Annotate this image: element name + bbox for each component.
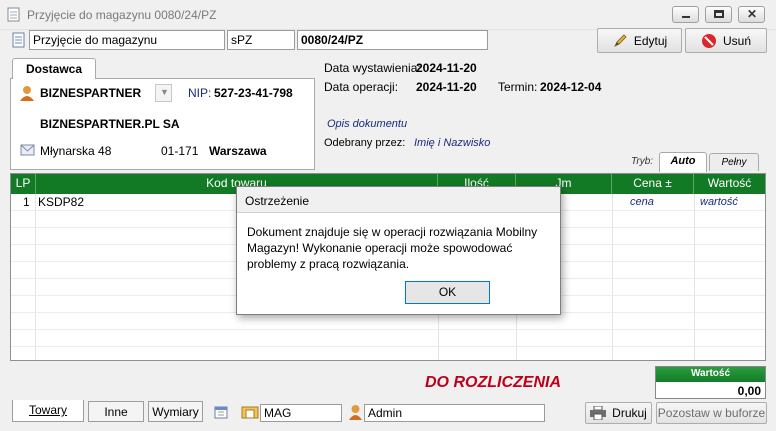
calendar-icon[interactable]: [214, 405, 228, 419]
user-field[interactable]: Admin: [364, 404, 545, 422]
operation-date-label: Data operacji:: [324, 80, 399, 94]
cell-value: wartość: [700, 196, 738, 208]
person-icon: [20, 86, 34, 101]
window-title: Przyjęcie do magazynu 0080/24/PZ: [27, 8, 217, 22]
term-value[interactable]: 2024-12-04: [540, 80, 601, 94]
edit-label: Edytuj: [633, 33, 668, 48]
total-value: 0,00: [737, 384, 761, 398]
term-label: Termin:: [498, 80, 538, 94]
dialog-title: Ostrzeżenie: [245, 194, 310, 208]
grid-divider: [694, 194, 695, 360]
series-field[interactable]: sPZ: [227, 30, 295, 50]
column-header-value[interactable]: Wartość: [694, 174, 765, 194]
chevron-down-icon: ▼: [160, 87, 169, 97]
issue-date-label: Data wystawienia:: [324, 61, 421, 75]
tab-goods[interactable]: Towary: [12, 400, 84, 422]
grid-divider: [11, 329, 765, 330]
envelope-icon: [20, 144, 35, 156]
grid-divider: [612, 194, 613, 360]
edit-button[interactable]: Edytuj: [597, 28, 682, 53]
contractor-city: Warszawa: [209, 144, 267, 158]
warehouse-icon: [241, 406, 259, 419]
grid-divider: [35, 194, 36, 360]
total-label: Wartość: [656, 367, 765, 382]
no-entry-icon: [701, 33, 716, 48]
dialog-body: Dokument znajduje się w operacji rozwiąz…: [237, 213, 560, 314]
operation-date-value[interactable]: 2024-11-20: [416, 80, 477, 94]
contractor-panel: BIZNESPARTNER ▼ NIP: 527-23-41-798 BIZNE…: [10, 78, 315, 170]
contractor-name: BIZNESPARTNER.PL SA: [40, 117, 180, 131]
dialog-title-bar[interactable]: Ostrzeżenie: [237, 187, 560, 213]
mode-label: Tryb:: [631, 156, 654, 167]
received-by-field[interactable]: Imię i Nazwisko: [414, 137, 490, 149]
tab-full[interactable]: Pełny: [709, 153, 759, 171]
document-type-icon: [12, 32, 25, 48]
tab-other-label: Inne: [104, 405, 128, 419]
tab-dimensions-label: Wymiary: [152, 405, 199, 419]
close-window-button[interactable]: ✕: [738, 6, 765, 23]
cell-code: KSDP82: [38, 195, 85, 209]
contractor-code: BIZNESPARTNER: [40, 86, 142, 100]
pencil-icon: [613, 33, 627, 47]
minimize-icon: [682, 16, 690, 18]
grid-divider: [11, 346, 765, 347]
contractor-dropdown-button[interactable]: ▼: [155, 84, 172, 102]
leave-in-buffer-label: Pozostaw w buforze: [657, 406, 766, 420]
maximize-button[interactable]: [705, 6, 732, 23]
status-text: DO ROZLICZENIA: [425, 374, 561, 391]
delete-button[interactable]: Usuń: [685, 28, 767, 53]
total-box: Wartość 0,00: [655, 366, 766, 399]
column-header-lp[interactable]: LP: [11, 174, 36, 194]
tab-other[interactable]: Inne: [88, 401, 144, 422]
print-button[interactable]: Drukuj: [585, 402, 652, 424]
leave-in-buffer-button[interactable]: Pozostaw w buforze: [656, 402, 767, 424]
contractor-postal: 01-171: [161, 144, 199, 158]
document-number-field[interactable]: 0080/24/PZ: [297, 30, 488, 50]
maximize-icon: [714, 10, 724, 18]
received-by-label: Odebrany przez:: [324, 137, 406, 149]
tab-contractor[interactable]: Dostawca: [12, 58, 96, 79]
minimize-button[interactable]: [672, 6, 699, 23]
tab-dimensions[interactable]: Wymiary: [148, 401, 203, 422]
warning-dialog: Ostrzeżenie Dokument znajduje się w oper…: [236, 186, 561, 315]
nip-value: 527-23-41-798: [214, 86, 293, 100]
print-label: Drukuj: [612, 406, 647, 420]
cell-price: cena: [630, 196, 654, 208]
column-header-price[interactable]: Cena ±: [612, 174, 694, 194]
cell-lp: 1: [23, 195, 30, 209]
nip-label: NIP:: [188, 86, 212, 100]
printer-icon: [590, 406, 607, 420]
ok-button[interactable]: OK: [405, 281, 490, 304]
description-field[interactable]: Opis dokumentu: [327, 118, 407, 130]
document-type-field[interactable]: Przyjęcie do magazynu: [29, 30, 225, 50]
dialog-message: Dokument znajduje się w operacji rozwiąz…: [247, 225, 538, 271]
title-bar: Przyjęcie do magazynu 0080/24/PZ ✕: [0, 0, 776, 30]
issue-date-value[interactable]: 2024-11-20: [416, 61, 477, 75]
tab-auto[interactable]: Auto: [659, 152, 707, 172]
close-icon: ✕: [747, 7, 758, 21]
document-icon: [7, 7, 20, 22]
warehouse-field[interactable]: MAG: [260, 404, 342, 422]
delete-label: Usuń: [722, 33, 751, 48]
user-icon: [349, 405, 362, 420]
contractor-street: Młynarska 48: [40, 144, 112, 158]
tab-goods-label: Towary: [28, 403, 67, 417]
